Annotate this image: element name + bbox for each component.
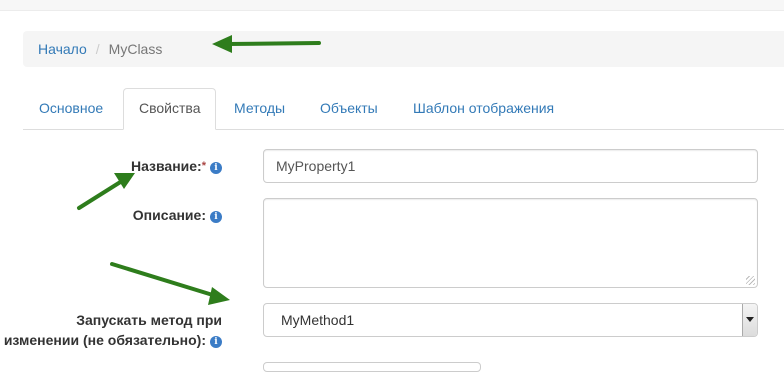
on-change-method-selected-value: MyMethod1 <box>281 312 355 328</box>
chevron-down-icon[interactable] <box>742 304 757 336</box>
tab-bar: Основное Свойства Методы Объекты Шаблон … <box>23 88 784 130</box>
tab-properties[interactable]: Свойства <box>123 88 217 130</box>
info-icon[interactable]: i <box>210 162 222 174</box>
on-change-method-label-line1: Запускать метод при <box>76 312 222 328</box>
on-change-method-label: Запускать метод при изменении (не обязат… <box>4 310 222 350</box>
tab-main[interactable]: Основное <box>24 88 118 128</box>
breadcrumb-separator: / <box>95 41 100 57</box>
name-input[interactable] <box>263 149 758 183</box>
breadcrumb-current: MyClass <box>108 41 163 57</box>
tab-objects[interactable]: Объекты <box>305 88 393 128</box>
name-label: Название:* i <box>131 156 222 176</box>
breadcrumb-home-link[interactable]: Начало <box>38 41 87 57</box>
resize-handle-icon[interactable] <box>746 276 755 285</box>
info-icon[interactable]: i <box>210 211 222 223</box>
description-textarea[interactable] <box>263 198 758 288</box>
tab-display-template[interactable]: Шаблон отображения <box>398 88 569 128</box>
description-label: Описание: i <box>133 205 222 225</box>
next-field-input[interactable] <box>263 362 481 372</box>
top-bar <box>0 0 784 11</box>
on-change-method-label-line2-wrap: изменении (не обязательно): i <box>4 330 222 350</box>
info-icon[interactable]: i <box>210 336 222 348</box>
name-label-text: Название: <box>130 158 202 174</box>
annotation-arrow-name <box>77 173 135 210</box>
on-change-method-select[interactable]: MyMethod1 <box>263 303 758 337</box>
annotation-arrow-method <box>110 262 230 305</box>
required-mark: * <box>201 160 206 172</box>
on-change-method-label-line2: изменении (не обязательно): <box>3 332 206 348</box>
tab-methods[interactable]: Методы <box>219 88 300 128</box>
description-label-text: Описание: <box>132 207 206 223</box>
breadcrumb: Начало / MyClass <box>23 31 784 67</box>
